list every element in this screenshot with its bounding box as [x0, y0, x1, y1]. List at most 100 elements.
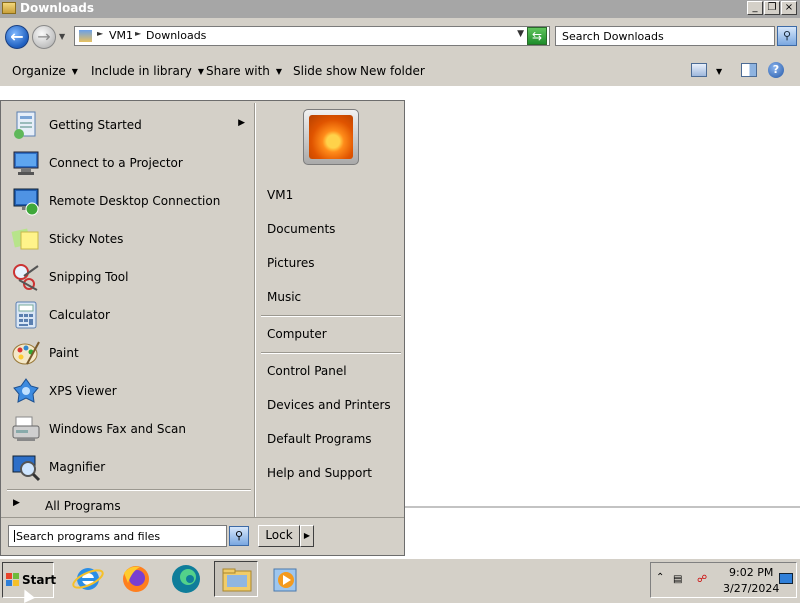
places-separator — [261, 315, 401, 317]
close-button[interactable]: × — [781, 1, 797, 15]
program-getting-started[interactable]: Getting Started ▶ — [7, 108, 251, 144]
preview-pane-icon[interactable] — [741, 63, 757, 77]
program-magnifier[interactable]: Magnifier — [7, 450, 251, 486]
forward-button[interactable]: → — [32, 25, 56, 49]
address-bar[interactable]: ► VM1 ► Downloads ▼ ⇆ — [74, 26, 550, 46]
taskbar-firefox[interactable] — [114, 561, 158, 597]
magnifier-icon — [11, 452, 41, 482]
share-with-label: Share with — [206, 64, 270, 78]
network-icon[interactable]: ▤ — [673, 574, 682, 585]
mouse-cursor-icon — [19, 587, 35, 603]
program-xps-viewer[interactable]: XPS Viewer — [7, 374, 251, 410]
breadcrumb-separator-icon[interactable]: ► — [97, 29, 103, 38]
program-sticky-notes[interactable]: Sticky Notes — [7, 222, 251, 258]
program-label: XPS Viewer — [49, 384, 117, 398]
shutdown-options-arrow[interactable]: ▶ — [300, 525, 314, 547]
help-icon[interactable]: ? — [768, 62, 784, 78]
back-button[interactable]: ← — [5, 25, 29, 49]
calculator-icon — [11, 300, 41, 330]
show-hidden-icons-icon[interactable]: ⌃ — [656, 572, 664, 583]
program-remote-desktop[interactable]: Remote Desktop Connection — [7, 184, 251, 220]
media-player-icon — [273, 568, 297, 592]
change-view-icon[interactable] — [691, 63, 707, 77]
start-menu-programs: Getting Started ▶ Connect to a Projector… — [1, 101, 255, 517]
flower-picture-icon — [309, 115, 353, 159]
program-calculator[interactable]: Calculator — [7, 298, 251, 334]
submenu-arrow-icon: ▶ — [238, 118, 245, 128]
start-menu-column-divider — [254, 103, 256, 517]
places-separator — [261, 352, 401, 354]
refresh-button[interactable]: ⇆ — [527, 27, 547, 45]
folder-icon — [2, 2, 16, 14]
text-caret — [14, 530, 15, 542]
taskbar-edge[interactable] — [164, 561, 208, 597]
getting-started-icon — [11, 110, 41, 140]
user-picture[interactable] — [303, 109, 359, 165]
dropdown-arrow-icon: ▼ — [275, 67, 283, 76]
organize-menu[interactable]: Organize ▼ — [12, 64, 78, 78]
recent-pages-dropdown[interactable]: ▼ — [59, 32, 65, 41]
start-menu-bottom-bar: Search programs and files ⚲ Lock ▶ — [1, 517, 404, 556]
new-folder-button[interactable]: New folder — [360, 64, 425, 78]
start-menu-places: VM1 Documents Pictures Music Computer Co… — [257, 101, 404, 517]
include-in-library-menu[interactable]: Include in library ▼ — [91, 64, 204, 78]
dropdown-arrow-icon: ▼ — [197, 67, 205, 76]
program-label: Sticky Notes — [49, 232, 124, 246]
clock-date[interactable]: 3/27/2024 — [723, 582, 779, 595]
start-button[interactable]: Start — [2, 562, 56, 603]
maximize-button[interactable]: ❐ — [764, 1, 780, 15]
place-vm1[interactable]: VM1 — [267, 188, 293, 202]
breadcrumb-separator-icon[interactable]: ► — [135, 29, 141, 38]
program-label: Windows Fax and Scan — [49, 422, 187, 436]
taskbar: Start ⌃ ▤ ☍ 9:02 PM 3/27/2024 — [0, 558, 800, 603]
programs-separator — [7, 489, 251, 491]
command-bar: Organize ▼ Include in library ▼ Share with… — [0, 56, 800, 87]
place-devices-and-printers[interactable]: Devices and Printers — [267, 398, 391, 412]
volume-muted-icon[interactable]: ☍ — [697, 574, 707, 585]
fax-scanner-icon — [11, 414, 41, 444]
taskbar-media-player[interactable] — [266, 561, 310, 597]
file-explorer-icon — [222, 568, 252, 592]
place-default-programs[interactable]: Default Programs — [267, 432, 372, 446]
program-snipping-tool[interactable]: Snipping Tool — [7, 260, 251, 296]
window-titlebar: Downloads _ ❐ × — [0, 0, 800, 18]
downloads-folder-icon — [79, 30, 92, 42]
program-label: Calculator — [49, 308, 110, 322]
search-input[interactable]: Search Downloads — [555, 26, 775, 46]
minimize-button[interactable]: _ — [747, 1, 763, 15]
firefox-icon — [123, 566, 149, 592]
program-windows-fax-and-scan[interactable]: Windows Fax and Scan — [7, 412, 251, 448]
program-label: Getting Started — [49, 118, 142, 132]
all-programs-label: All Programs — [45, 499, 121, 513]
search-icon[interactable]: ⚲ — [229, 526, 249, 546]
show-desktop-icon[interactable] — [779, 573, 793, 584]
start-menu: Getting Started ▶ Connect to a Projector… — [0, 100, 405, 556]
place-documents[interactable]: Documents — [267, 222, 335, 236]
slide-show-button[interactable]: Slide show — [293, 64, 357, 78]
dropdown-arrow-icon: ▼ — [71, 67, 78, 76]
start-search-input[interactable]: Search programs and files — [8, 525, 227, 547]
view-options-dropdown[interactable]: ▼ — [716, 67, 722, 76]
share-with-menu[interactable]: Share with ▼ — [206, 64, 282, 78]
address-history-dropdown[interactable]: ▼ — [517, 29, 524, 39]
all-programs-button[interactable]: ▶ All Programs — [7, 495, 251, 515]
place-computer[interactable]: Computer — [267, 327, 327, 341]
taskbar-file-explorer[interactable] — [214, 561, 258, 597]
breadcrumb-downloads[interactable]: Downloads — [146, 29, 206, 42]
place-music[interactable]: Music — [267, 290, 301, 304]
place-pictures[interactable]: Pictures — [267, 256, 315, 270]
window-title: Downloads — [20, 1, 95, 15]
internet-explorer-icon — [72, 568, 104, 590]
program-paint[interactable]: Paint — [7, 336, 251, 372]
place-help-and-support[interactable]: Help and Support — [267, 466, 372, 480]
breadcrumb-vm1[interactable]: VM1 — [109, 29, 133, 42]
program-connect-to-projector[interactable]: Connect to a Projector — [7, 146, 251, 182]
search-icon[interactable]: ⚲ — [777, 26, 797, 46]
place-control-panel[interactable]: Control Panel — [267, 364, 347, 378]
program-label: Connect to a Projector — [49, 156, 183, 170]
clock-time[interactable]: 9:02 PM — [729, 566, 773, 579]
lock-button[interactable]: Lock — [258, 525, 300, 547]
scissors-icon — [11, 262, 41, 292]
projector-icon — [11, 148, 41, 178]
taskbar-internet-explorer[interactable] — [66, 561, 110, 597]
